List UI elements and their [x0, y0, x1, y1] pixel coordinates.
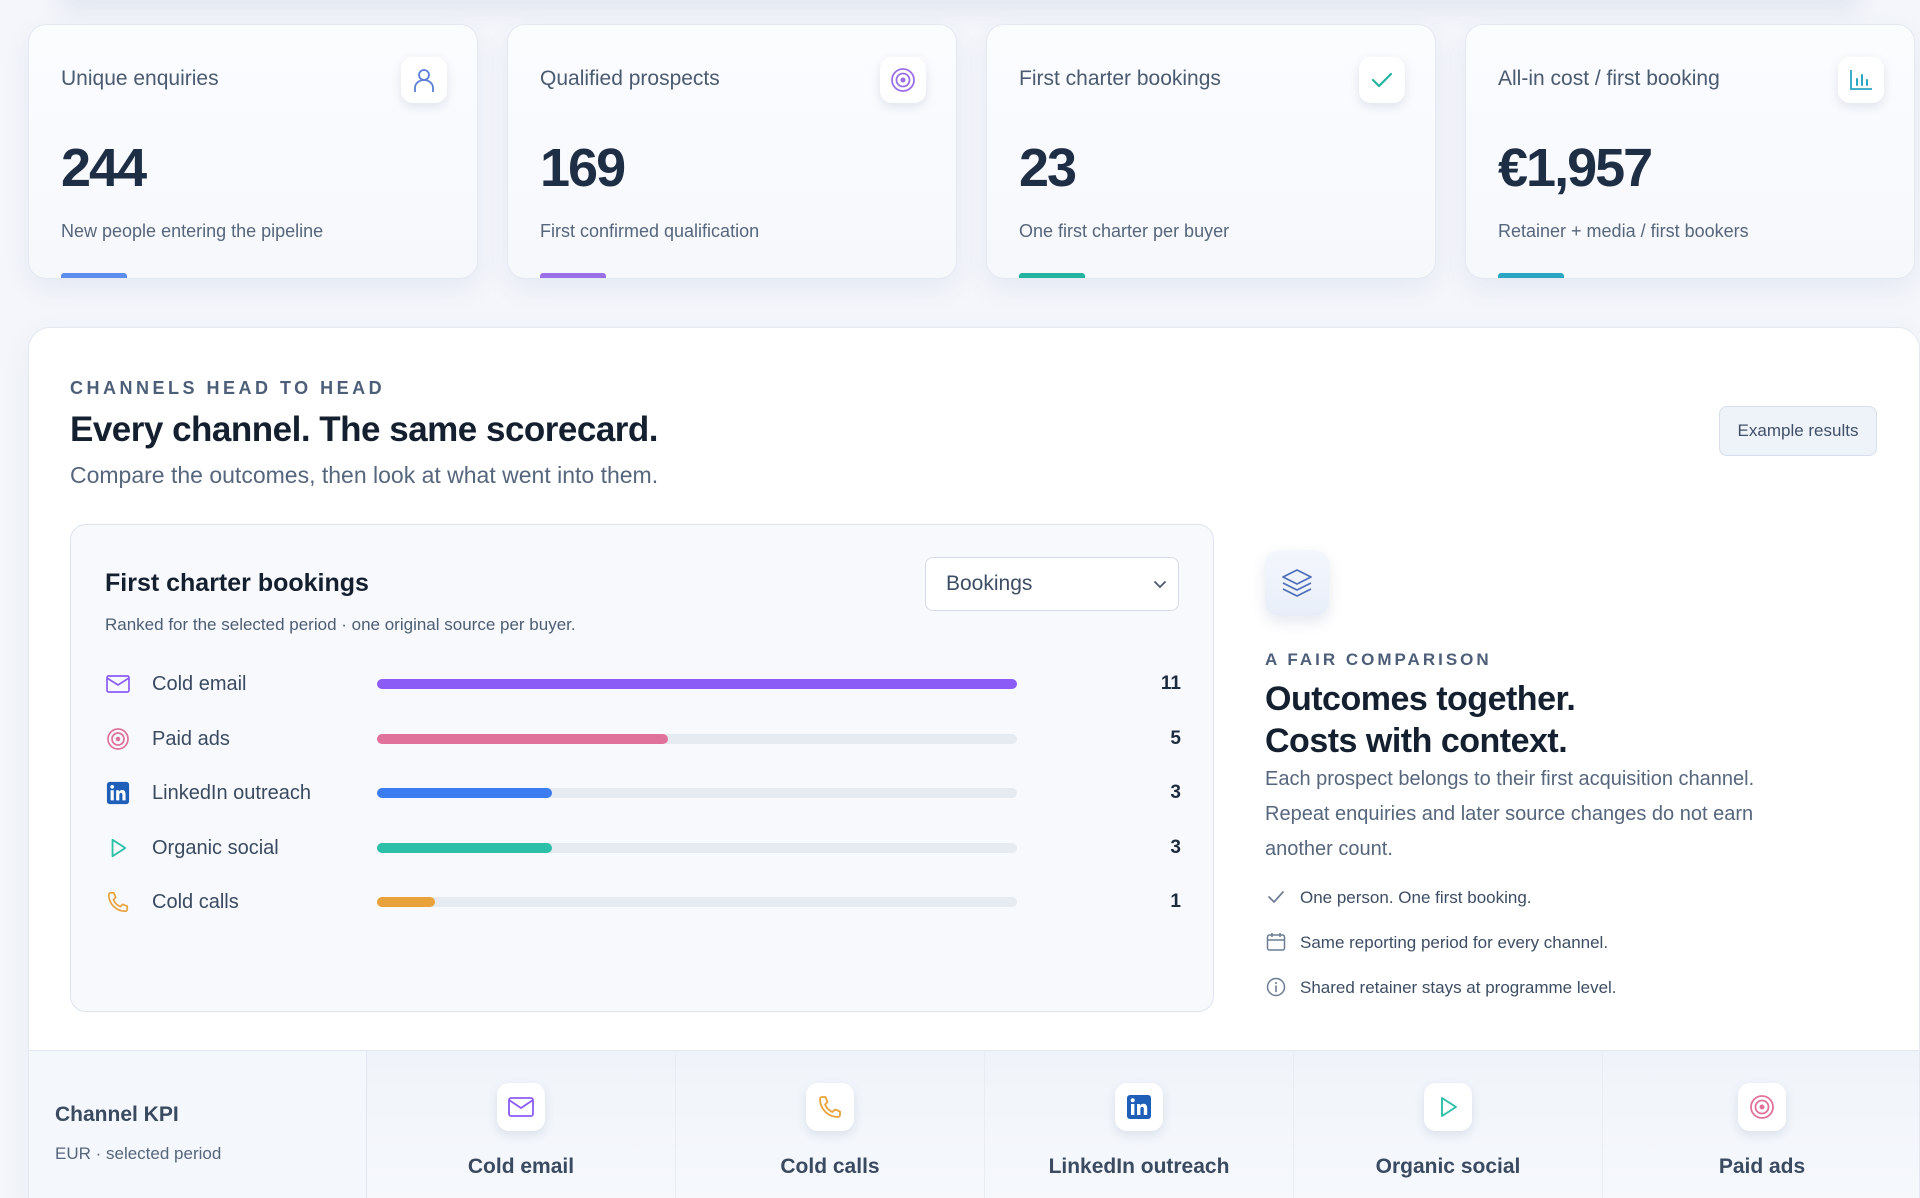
- linkedin-icon: [1115, 1083, 1163, 1131]
- info-headline-line1: Outcomes together.: [1265, 680, 1576, 718]
- mail-icon: [497, 1083, 545, 1131]
- chart-subtitle: Ranked for the selected period · one ori…: [105, 615, 576, 634]
- section-subline: Compare the outcomes, then look at what …: [70, 462, 659, 488]
- kpi-card-qualified-prospects: Qualified prospects 169 First confirmed …: [507, 24, 957, 279]
- channel-kpi-table: Channel KPI EUR · selected period Cold e…: [29, 1050, 1919, 1198]
- check-text: Shared retainer stays at programme level…: [1300, 978, 1617, 997]
- example-results-button[interactable]: Example results: [1719, 406, 1877, 456]
- bar-row: Cold email 11: [105, 663, 1181, 703]
- bookings-chart-card: First charter bookings Ranked for the se…: [70, 524, 1214, 1012]
- mail-icon: [105, 671, 131, 697]
- bar-chart-icon: [1838, 57, 1884, 103]
- channels-panel: CHANNELS HEAD TO HEAD Every channel. The…: [28, 327, 1920, 1198]
- bar-label: Paid ads: [152, 727, 230, 750]
- metric-select-value: Bookings: [946, 572, 1033, 595]
- info-headline-line2: Costs with context.: [1265, 722, 1568, 760]
- kpi-column-label: Organic social: [1375, 1155, 1521, 1178]
- bar-label: LinkedIn outreach: [152, 782, 312, 804]
- check-text: Same reporting period for every channel.: [1300, 933, 1609, 952]
- bar: [377, 897, 436, 907]
- target-icon: [880, 57, 926, 103]
- bar-track: [377, 842, 1017, 853]
- kpi-description: One first charter per buyer: [1019, 221, 1230, 241]
- kpi-column-label: Cold email: [467, 1155, 575, 1178]
- play-icon: [1424, 1083, 1472, 1131]
- kpi-accent-bar: [61, 273, 127, 278]
- kpi-value: 244: [61, 138, 147, 198]
- target-icon: [1738, 1083, 1786, 1131]
- channel-kpi-title: Channel KPI: [55, 1103, 179, 1126]
- kpi-accent-bar: [1019, 273, 1085, 278]
- bar-row: LinkedIn outreach 3: [105, 772, 1181, 812]
- bar: [377, 679, 1017, 689]
- bar-row: Cold calls 1: [105, 881, 1181, 921]
- kpi-card-all-in-cost: All-in cost / first booking €1,957 Retai…: [1465, 24, 1915, 279]
- section-eyebrow: CHANNELS HEAD TO HEAD: [70, 378, 386, 398]
- phone-icon: [806, 1083, 854, 1131]
- bar-value: 5: [1170, 727, 1181, 749]
- kpi-description: New people entering the pipeline: [61, 221, 324, 241]
- bar-track: [377, 733, 1017, 744]
- kpi-card-first-charter-bookings: First charter bookings 23 One first char…: [986, 24, 1436, 279]
- bar-label: Organic social: [152, 836, 279, 859]
- kpi-value: 169: [540, 138, 626, 198]
- kpi-value: €1,957: [1498, 138, 1653, 198]
- check-icon: [1265, 886, 1287, 908]
- bar-label: Cold email: [152, 673, 247, 695]
- channel-kpi-subtitle: EUR · selected period: [55, 1144, 222, 1163]
- info-headline: Outcomes together. Costs with context.: [1265, 678, 1576, 762]
- kpi-title: First charter bookings: [1019, 67, 1221, 90]
- bar-value: 3: [1170, 782, 1181, 803]
- bar-value: 1: [1170, 891, 1181, 912]
- info-eyebrow: A FAIR COMPARISON: [1265, 650, 1492, 669]
- kpi-title: Unique enquiries: [61, 67, 219, 90]
- channel-kpi-label-cell: Channel KPI EUR · selected period: [29, 1051, 367, 1198]
- bar-label: Cold calls: [152, 891, 239, 913]
- bar-value: 11: [1160, 673, 1181, 694]
- metric-select[interactable]: Bookings: [925, 557, 1179, 611]
- person-icon: [401, 57, 447, 103]
- kpi-column-paid-ads[interactable]: Paid ads: [1603, 1051, 1919, 1198]
- bar: [377, 842, 552, 853]
- kpi-description: Retainer + media / first bookers: [1498, 221, 1749, 241]
- kpi-column-label: Paid ads: [1718, 1155, 1806, 1178]
- play-icon: [105, 835, 131, 861]
- kpi-title: All-in cost / first booking: [1498, 67, 1720, 90]
- layers-icon: [1265, 550, 1329, 616]
- target-icon: [105, 726, 131, 752]
- check-text: One person. One first booking.: [1300, 888, 1532, 907]
- kpi-column-cold-calls[interactable]: Cold calls: [676, 1051, 985, 1198]
- bar-row: Paid ads 5: [105, 718, 1181, 758]
- kpi-accent-bar: [540, 273, 606, 278]
- section-headline: Every channel. The same scorecard.: [70, 410, 659, 449]
- info-body: Each prospect belongs to their first acq…: [1265, 768, 1755, 860]
- kpi-column-cold-email[interactable]: Cold email: [367, 1051, 676, 1198]
- bar: [377, 788, 552, 798]
- kpi-card-row: Unique enquiries 244 New people entering…: [28, 24, 1920, 279]
- bar-track: [377, 897, 1017, 907]
- bar-track: [377, 679, 1017, 689]
- bar-track: [377, 788, 1017, 798]
- kpi-column-organic-social[interactable]: Organic social: [1294, 1051, 1603, 1198]
- phone-icon: [105, 889, 131, 915]
- linkedin-icon: [105, 780, 131, 806]
- chevron-down-icon: [1152, 574, 1168, 600]
- check-icon: [1359, 57, 1405, 103]
- kpi-accent-bar: [1498, 273, 1564, 278]
- bar-value: 3: [1170, 836, 1181, 858]
- kpi-description: First confirmed qualification: [540, 221, 760, 241]
- kpi-column-label: Cold calls: [780, 1155, 880, 1178]
- kpi-card-unique-enquiries: Unique enquiries 244 New people entering…: [28, 24, 478, 279]
- kpi-value: 23: [1019, 138, 1077, 198]
- info-icon: [1265, 976, 1287, 998]
- kpi-column-linkedin-outreach[interactable]: LinkedIn outreach: [985, 1051, 1294, 1198]
- kpi-title: Qualified prospects: [540, 67, 720, 90]
- calendar-icon: [1265, 931, 1287, 953]
- bar: [377, 733, 668, 744]
- chart-title: First charter bookings: [105, 569, 369, 597]
- kpi-column-label: LinkedIn outreach: [1048, 1155, 1230, 1178]
- bar-row: Organic social 3: [105, 827, 1181, 867]
